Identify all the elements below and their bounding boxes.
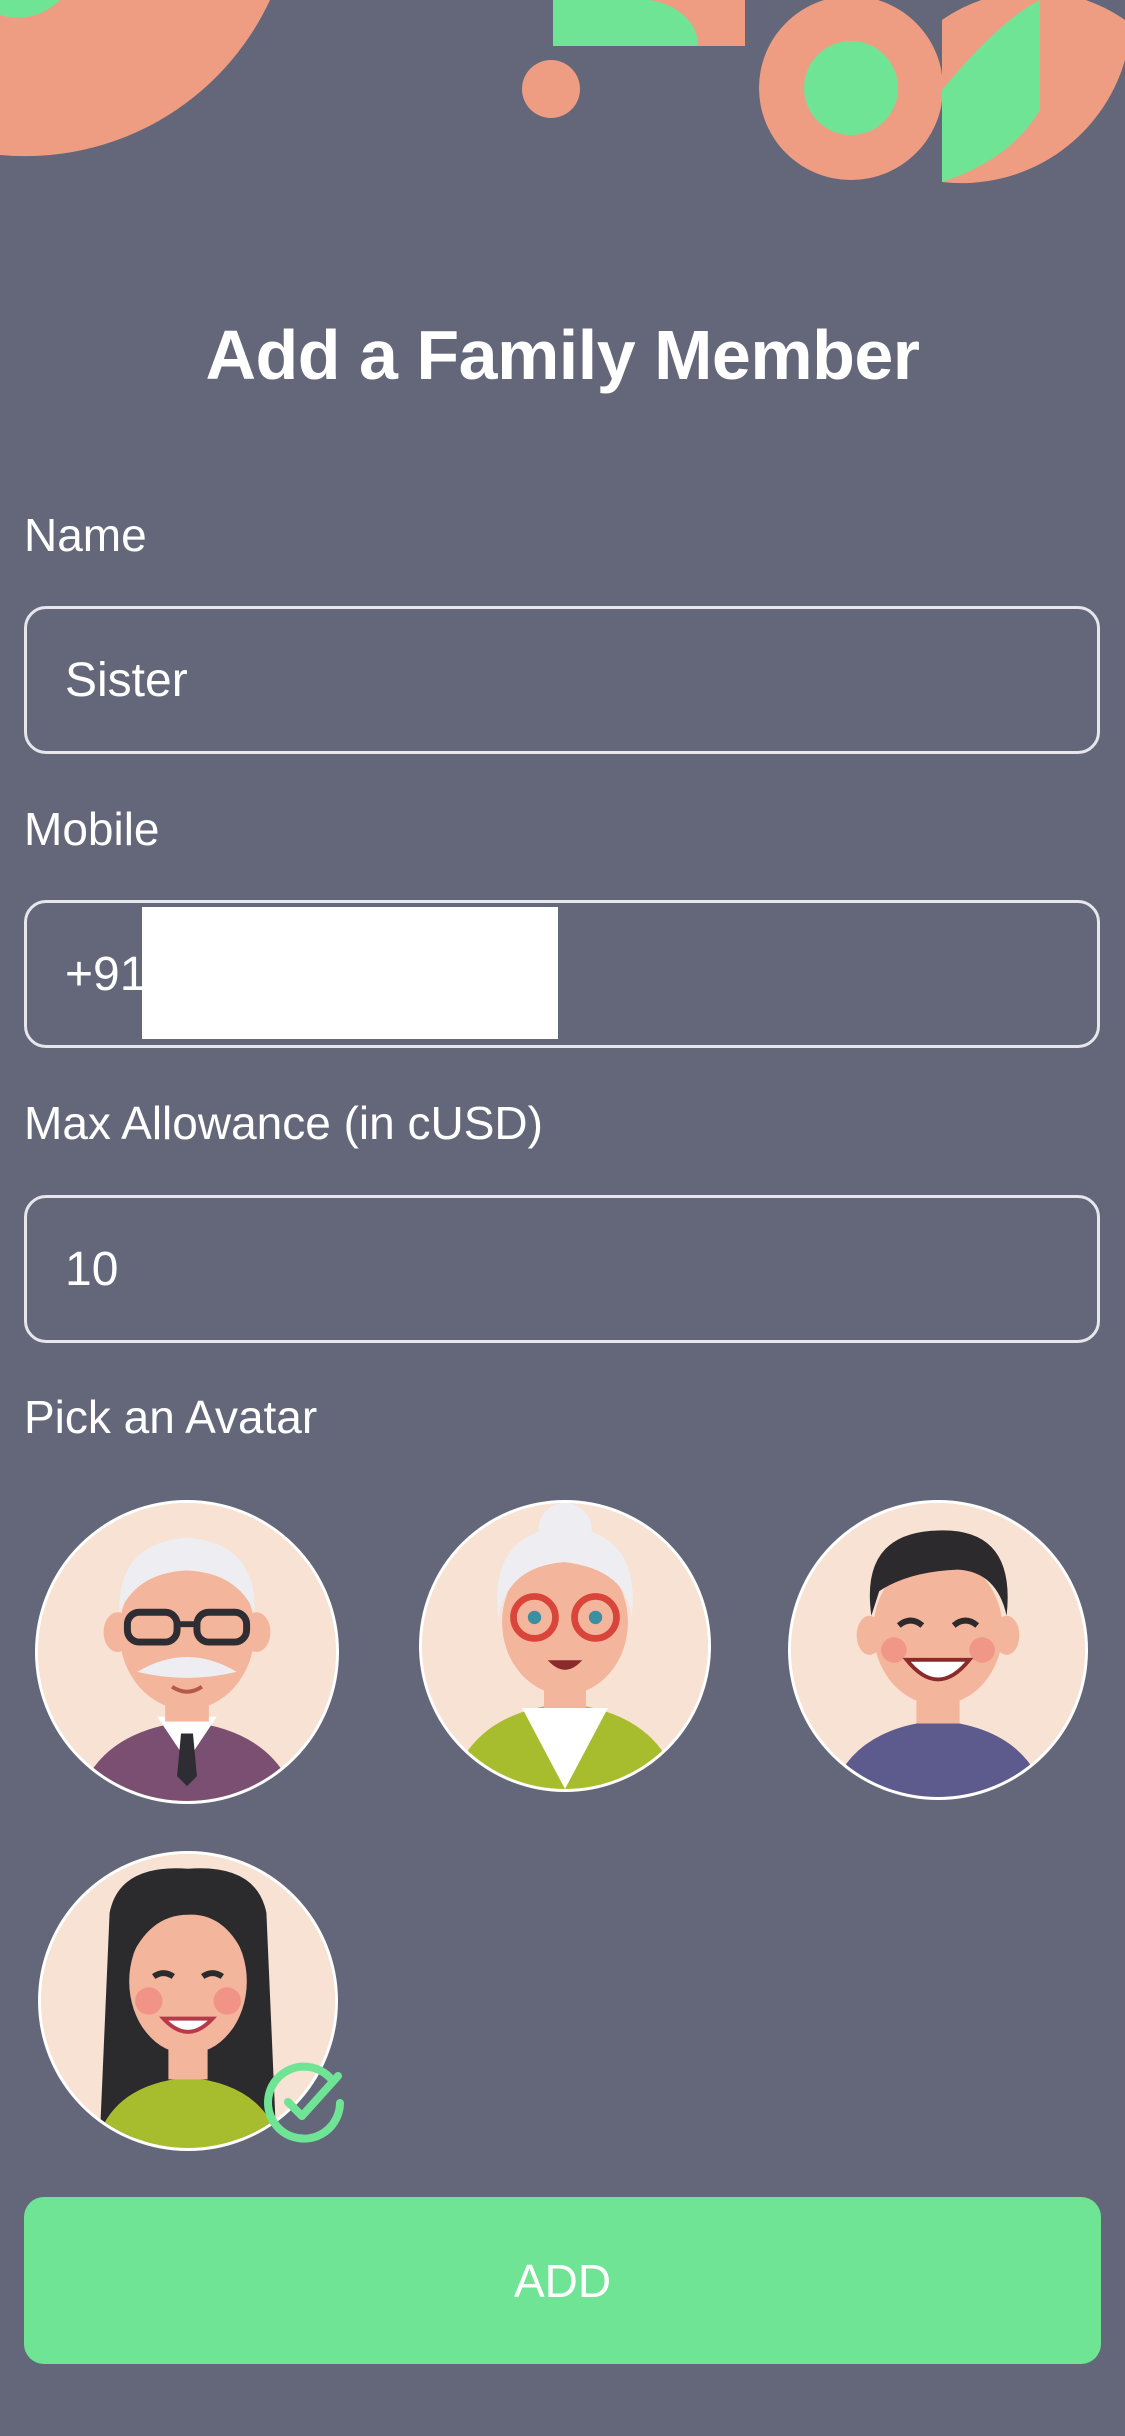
avatar-label: Pick an Avatar	[24, 1391, 318, 1443]
allowance-input-value: 10	[65, 1242, 119, 1296]
selected-check-icon	[264, 2062, 344, 2143]
add-button[interactable]: ADD	[24, 2197, 1101, 2364]
page-title: Add a Family Member	[205, 316, 920, 394]
name-label: Name	[24, 509, 147, 561]
allowance-input[interactable]: 10	[24, 1195, 1100, 1343]
grandmother-avatar[interactable]	[419, 1500, 711, 1792]
young-man-avatar[interactable]	[788, 1500, 1088, 1800]
mobile-label: Mobile	[24, 803, 160, 855]
allowance-label: Max Allowance (in cUSD)	[24, 1097, 543, 1149]
name-input[interactable]: Sister	[24, 606, 1100, 754]
mobile-input-value: +91	[65, 947, 147, 1001]
grandfather-avatar[interactable]	[35, 1500, 339, 1804]
header-decoration	[0, 0, 1125, 184]
redaction-box	[142, 907, 558, 1039]
name-input-value: Sister	[65, 653, 188, 707]
